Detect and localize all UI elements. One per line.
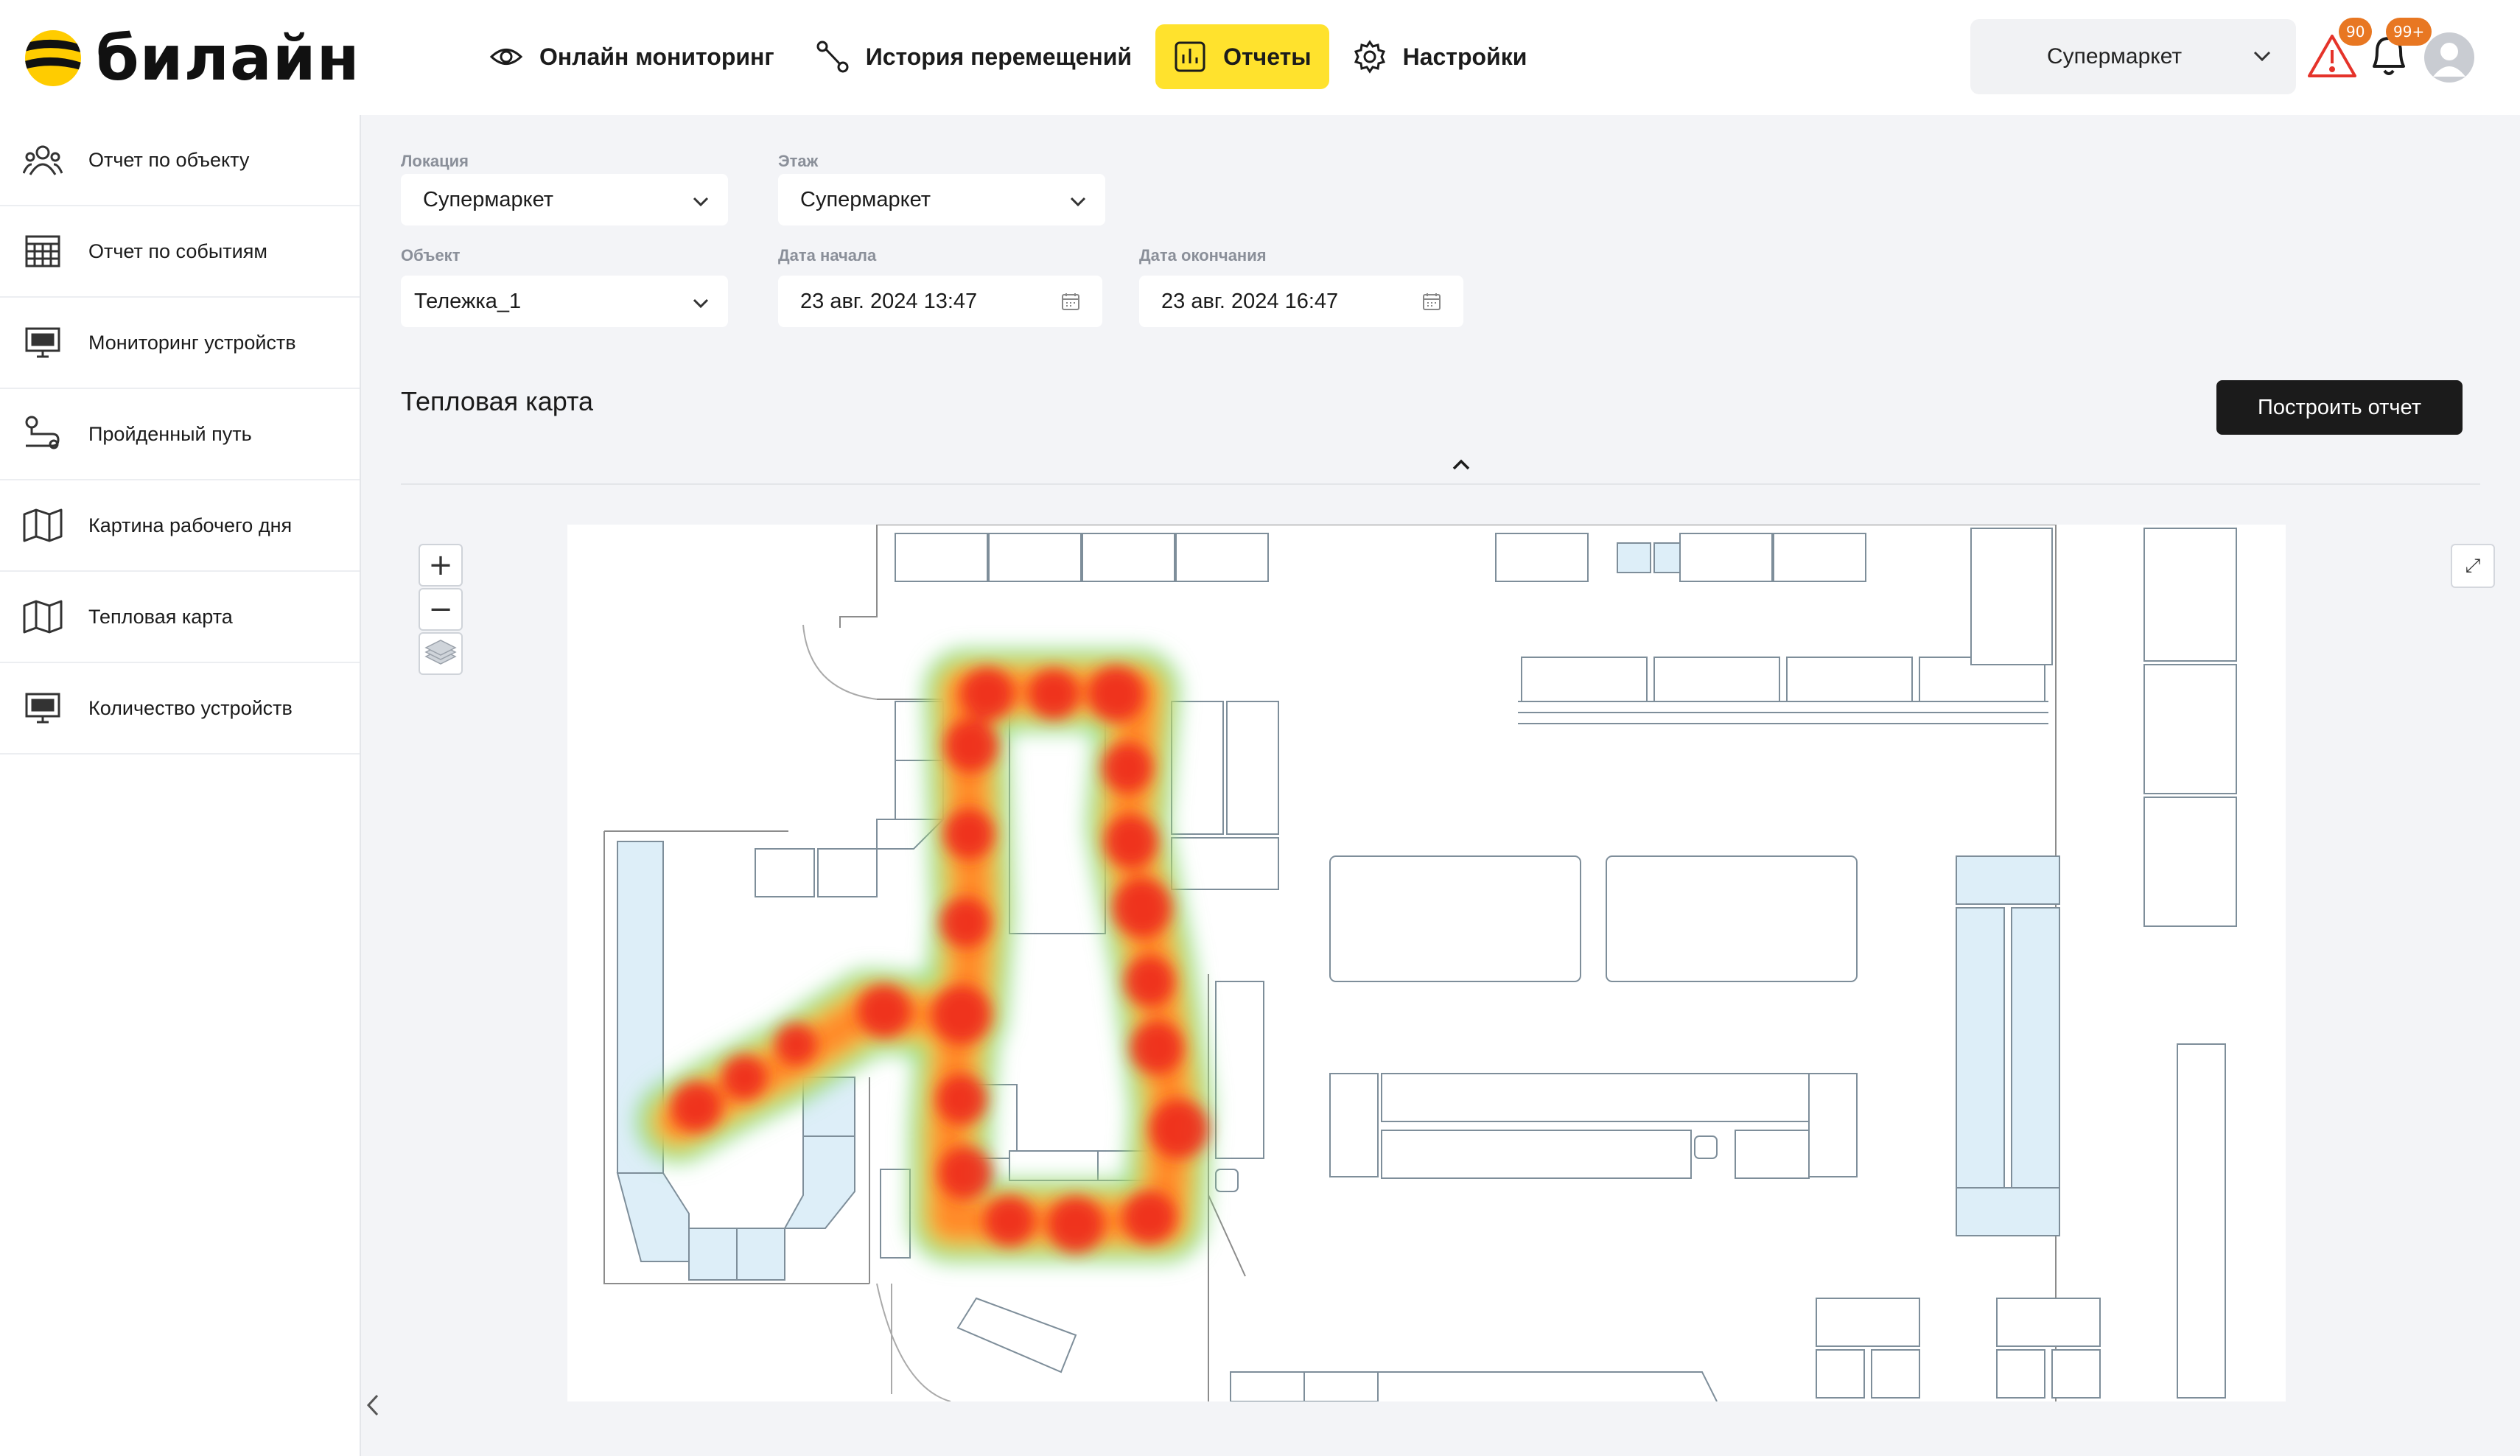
location-select-value: Супермаркет bbox=[2047, 44, 2183, 69]
map-icon bbox=[22, 505, 63, 546]
sidebar-item-label: Пройденный путь bbox=[88, 422, 252, 445]
route-icon bbox=[816, 41, 849, 73]
chart-icon bbox=[1175, 41, 1205, 72]
location-select[interactable]: Супермаркет bbox=[1970, 19, 2296, 94]
chevron-up-icon[interactable] bbox=[1450, 454, 1472, 476]
zoom-in-button[interactable]: + bbox=[419, 544, 463, 587]
location-dropdown[interactable]: Супермаркет bbox=[401, 174, 728, 225]
sidebar-item-workday-picture[interactable]: Картина рабочего дня bbox=[0, 480, 360, 572]
object-label: Объект bbox=[401, 246, 461, 265]
sidebar-item-device-count[interactable]: Количество устройств bbox=[0, 663, 360, 755]
nav-label: Настройки bbox=[1402, 43, 1527, 70]
nav-label: Онлайн мониторинг bbox=[539, 43, 774, 70]
end-date-input[interactable]: 23 авг. 2024 16:47 bbox=[1139, 276, 1463, 327]
monitor-icon bbox=[22, 322, 63, 363]
floor-value: Супермаркет bbox=[800, 187, 931, 211]
layers-button[interactable] bbox=[419, 632, 463, 675]
sidebar-item-label: Картина рабочего дня bbox=[88, 514, 293, 536]
sidebar-item-travelled-path[interactable]: Пройденный путь bbox=[0, 389, 360, 480]
chevron-down-icon bbox=[1070, 197, 1086, 207]
end-date-value: 23 авг. 2024 16:47 bbox=[1161, 289, 1339, 313]
sidebar-item-label: Отчет по объекту bbox=[88, 148, 250, 171]
map-icon bbox=[22, 596, 63, 637]
floor-dropdown[interactable]: Супермаркет bbox=[778, 174, 1105, 225]
reports-sidebar: Отчет по объекту Отчет по событиям Монит… bbox=[0, 115, 361, 1456]
start-date-input[interactable]: 23 авг. 2024 13:47 bbox=[778, 276, 1102, 327]
beeline-logo[interactable]: билайн bbox=[24, 22, 360, 94]
sidebar-item-heatmap[interactable]: Тепловая карта bbox=[0, 572, 360, 663]
notifications-badge: 99+ bbox=[2386, 18, 2432, 46]
floor-label: Этаж bbox=[778, 152, 819, 170]
gear-icon bbox=[1354, 40, 1385, 74]
location-label: Локация bbox=[401, 152, 469, 170]
chevron-down-icon bbox=[693, 197, 709, 207]
user-icon bbox=[2433, 43, 2465, 77]
nav-label: Отчеты bbox=[1223, 43, 1312, 70]
calendar-icon[interactable] bbox=[1422, 292, 1441, 311]
top-header: билайн Онлайн мониторинг История перемещ… bbox=[0, 0, 2520, 115]
chevron-left-icon bbox=[366, 1394, 379, 1416]
beeline-logo-icon bbox=[25, 30, 81, 86]
nav-online-monitoring[interactable]: Онлайн мониторинг bbox=[472, 24, 792, 89]
sidebar-collapse-button[interactable] bbox=[364, 1393, 383, 1424]
location-value: Супермаркет bbox=[423, 187, 554, 211]
main-nav: Онлайн мониторинг История перемещений От… bbox=[472, 24, 1550, 90]
sidebar-item-device-monitoring[interactable]: Мониторинг устройств bbox=[0, 298, 360, 389]
nav-settings[interactable]: Настройки bbox=[1335, 24, 1545, 89]
brand-name: билайн bbox=[96, 22, 360, 94]
avatar[interactable] bbox=[2424, 32, 2474, 83]
sidebar-item-label: Количество устройств bbox=[88, 696, 293, 719]
eye-icon bbox=[489, 49, 523, 65]
floor-plan bbox=[603, 524, 2237, 1402]
chevron-down-icon bbox=[693, 298, 709, 309]
sidebar-item-events-report[interactable]: Отчет по событиям bbox=[0, 206, 360, 298]
nav-movement-history[interactable]: История перемещений bbox=[798, 24, 1149, 89]
divider bbox=[401, 483, 2480, 485]
end-date-label: Дата окончания bbox=[1139, 246, 1267, 265]
heatmap-canvas[interactable] bbox=[567, 524, 2286, 1402]
object-value: Тележка_1 bbox=[414, 289, 522, 313]
layers-icon bbox=[424, 640, 457, 665]
build-report-button[interactable]: Построить отчет bbox=[2216, 380, 2463, 435]
expand-button[interactable]: ⤢ bbox=[2451, 544, 2495, 588]
sidebar-item-label: Отчет по событиям bbox=[88, 239, 267, 262]
sidebar-item-label: Тепловая карта bbox=[88, 605, 233, 628]
calendar-icon[interactable] bbox=[1061, 292, 1080, 311]
start-date-label: Дата начала bbox=[778, 246, 877, 265]
path-icon bbox=[22, 413, 63, 455]
sidebar-item-label: Мониторинг устройств bbox=[88, 331, 296, 354]
sidebar-item-object-report[interactable]: Отчет по объекту bbox=[0, 115, 360, 206]
chevron-down-icon bbox=[2253, 51, 2271, 62]
zoom-out-button[interactable]: − bbox=[419, 588, 463, 631]
people-icon bbox=[22, 139, 63, 181]
monitor-icon bbox=[22, 687, 63, 729]
section-title: Тепловая карта bbox=[401, 386, 594, 416]
start-date-value: 23 авг. 2024 13:47 bbox=[800, 289, 978, 313]
nav-reports[interactable]: Отчеты bbox=[1155, 24, 1329, 89]
nav-label: История перемещений bbox=[865, 43, 1133, 70]
calendar-grid-icon bbox=[22, 231, 63, 272]
object-dropdown[interactable]: Тележка_1 bbox=[401, 276, 728, 327]
